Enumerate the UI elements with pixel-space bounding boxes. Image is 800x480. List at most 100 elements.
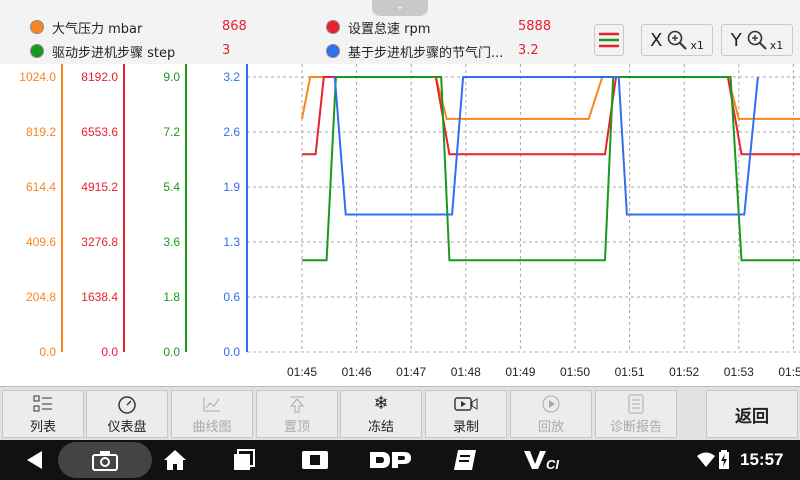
report-label: 诊断报告 (609, 419, 662, 435)
replay-icon (539, 394, 563, 414)
clock: 15:57 (740, 450, 784, 469)
x-tick-label: 01:52 (669, 365, 699, 379)
record-label: 录制 (452, 419, 479, 435)
back-button[interactable]: 返回 (706, 390, 798, 438)
line-chart[interactable]: 01:45 01:46 01:47 01:48 01:49 01:50 01:51 01:52… (0, 64, 800, 386)
legend-item-throttle[interactable]: 基于步进机步骤的节气门... (326, 40, 503, 62)
y-tick-label: 819.2 (26, 125, 56, 139)
snowflake-icon: ❄ (373, 393, 389, 414)
pin-top-button[interactable]: 置顶 (256, 390, 338, 438)
series-menu-button[interactable] (594, 24, 624, 56)
list-icon (31, 394, 55, 414)
y-tick-label: 0.0 (223, 345, 240, 359)
curve-label: 曲线图 (192, 419, 232, 435)
freeze-label: 冻结 (367, 419, 394, 435)
y-tick-label: 4915.2 (81, 180, 118, 194)
x-zoom-label: X (650, 29, 663, 51)
y-tick-label: 6553.6 (81, 125, 118, 139)
y-tick-label: 1.3 (223, 235, 240, 249)
y-tick-label: 0.0 (101, 345, 118, 359)
screenshot-pill[interactable] (58, 442, 152, 478)
y-tick-label: 1638.4 (81, 290, 118, 304)
dashboard-button[interactable]: 仪表盘 (86, 390, 168, 438)
y-tick-label: 1.8 (163, 290, 180, 304)
x-tick-label: 01:54 (778, 365, 800, 379)
list-label: 列表 (29, 419, 56, 435)
record-button[interactable]: 录制 (425, 390, 507, 438)
chevron-down-icon[interactable]: ⌄ (372, 0, 428, 16)
y-tick-label: 204.8 (26, 290, 56, 304)
legend-label: 驱动步进机步骤 step (52, 45, 176, 61)
x-tick-label: 01:47 (396, 365, 426, 379)
green-dot-icon (30, 44, 44, 58)
orange-dot-icon (30, 20, 44, 34)
recent-apps-icon[interactable] (232, 448, 256, 472)
video-record-icon (454, 394, 478, 414)
series-lines-icon (599, 32, 619, 48)
y-zoom-label: Y (730, 29, 742, 51)
red-dot-icon (326, 20, 340, 34)
system-nav-bar: CI 15:57 (0, 440, 800, 480)
y-tick-label: 409.6 (26, 235, 56, 249)
battery-charging-icon (718, 448, 730, 472)
legend-value: 868 (222, 19, 247, 34)
legend-value: 5888 (518, 19, 552, 34)
bottom-toolbar: 列表 仪表盘 曲线图 置顶 ❄ 冻结 录制 回放 诊断报告 返回 (0, 386, 800, 440)
back-triangle-icon[interactable] (24, 448, 46, 472)
x-zoom-factor: x1 (690, 38, 704, 52)
list-button[interactable]: 列表 (2, 390, 84, 438)
y-zoom-factor: x1 (769, 38, 784, 52)
y-tick-label: 1.9 (223, 180, 240, 194)
x-tick-label: 01:53 (724, 365, 754, 379)
y-tick-label: 3.2 (223, 70, 240, 84)
legend-item-stepper-step[interactable]: 驱动步进机步骤 step (30, 40, 175, 62)
legend-value: 3 (222, 43, 231, 58)
manual-icon[interactable] (452, 448, 478, 472)
app-switch-icon[interactable] (300, 448, 330, 472)
legend-label: 设置怠速 rpm (348, 21, 431, 37)
y-zoom-button[interactable]: Y x1 (721, 24, 793, 56)
x-tick-label: 01:51 (615, 365, 645, 379)
y-tick-label: 2.6 (223, 125, 240, 139)
legend-label: 基于步进机步骤的节气门... (348, 45, 504, 61)
x-tick-label: 01:48 (451, 365, 481, 379)
diagnostic-report-button[interactable]: 诊断报告 (595, 390, 677, 438)
y-tick-label: 0.6 (223, 290, 240, 304)
svg-text:CI: CI (546, 457, 559, 472)
y-tick-label: 3.6 (163, 235, 180, 249)
gauge-icon (115, 394, 139, 414)
freeze-button[interactable]: ❄ 冻结 (340, 390, 422, 438)
home-icon[interactable] (162, 448, 188, 472)
y-tick-label: 0.0 (163, 345, 180, 359)
x-zoom-button[interactable]: X x1 (641, 24, 713, 56)
y-tick-label: 614.4 (26, 180, 56, 194)
arrow-up-icon (285, 394, 309, 414)
zoom-in-icon (747, 30, 767, 50)
playback-button[interactable]: 回放 (510, 390, 592, 438)
playback-label: 回放 (537, 419, 564, 435)
y-tick-label: 8192.0 (81, 70, 118, 84)
pin-top-label: 置顶 (283, 419, 310, 435)
y-tick-label: 5.4 (163, 180, 180, 194)
legend-panel: ⌄ 大气压力 mbar 868 设置怠速 rpm 5888 驱动步进机步骤 st… (0, 0, 800, 64)
vci-logo-icon[interactable]: CI (522, 448, 566, 472)
blue-dot-icon (326, 44, 340, 58)
legend-value: 3.2 (518, 43, 539, 58)
dashboard-label: 仪表盘 (107, 419, 147, 435)
back-label: 返回 (735, 406, 769, 427)
y-tick-label: 3276.8 (81, 235, 118, 249)
x-tick-label: 01:45 (287, 365, 317, 379)
legend-item-idle-speed[interactable]: 设置怠速 rpm (326, 16, 430, 38)
y-tick-label: 0.0 (39, 345, 56, 359)
y-tick-label: 1024.0 (19, 70, 56, 84)
x-tick-label: 01:46 (342, 365, 372, 379)
dp-logo-icon[interactable] (368, 448, 412, 472)
camera-icon (90, 449, 120, 475)
y-tick-label: 7.2 (163, 125, 180, 139)
legend-item-atm-pressure[interactable]: 大气压力 mbar (30, 16, 142, 38)
report-icon (624, 394, 648, 414)
line-chart-icon (200, 394, 224, 414)
curve-button[interactable]: 曲线图 (171, 390, 253, 438)
x-tick-label: 01:50 (560, 365, 590, 379)
legend-label: 大气压力 mbar (52, 21, 143, 37)
